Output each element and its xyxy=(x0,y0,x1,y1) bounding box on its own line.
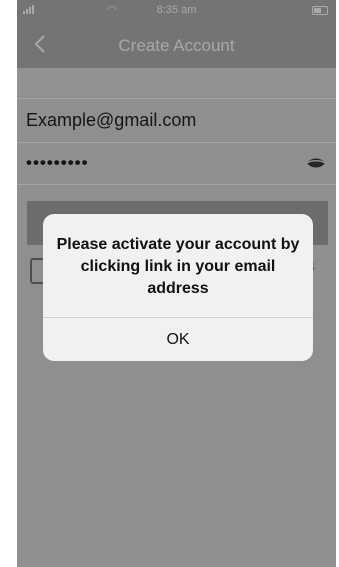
email-field[interactable]: Example@gmail.com xyxy=(17,98,336,139)
password-field[interactable]: ••••••••• xyxy=(17,142,336,183)
activation-alert: Please activate your account by clicking… xyxy=(43,214,313,361)
battery-icon xyxy=(312,6,328,15)
ok-button[interactable]: OK xyxy=(43,318,313,361)
form-top-spacer xyxy=(17,68,336,96)
password-value: ••••••••• xyxy=(26,153,89,172)
status-bar: ◠ 8:35 am xyxy=(17,0,336,22)
page-title: Create Account xyxy=(118,36,235,55)
app-screen: ◠ 8:35 am Create Account Example@gmail.c… xyxy=(17,0,336,567)
navigation-bar: Create Account xyxy=(17,22,336,68)
eye-icon[interactable] xyxy=(306,156,326,170)
field-divider xyxy=(17,184,336,185)
alert-message: Please activate your account by clicking… xyxy=(56,236,300,297)
email-value: Example@gmail.com xyxy=(26,110,197,130)
status-time: 8:35 am xyxy=(156,4,197,16)
